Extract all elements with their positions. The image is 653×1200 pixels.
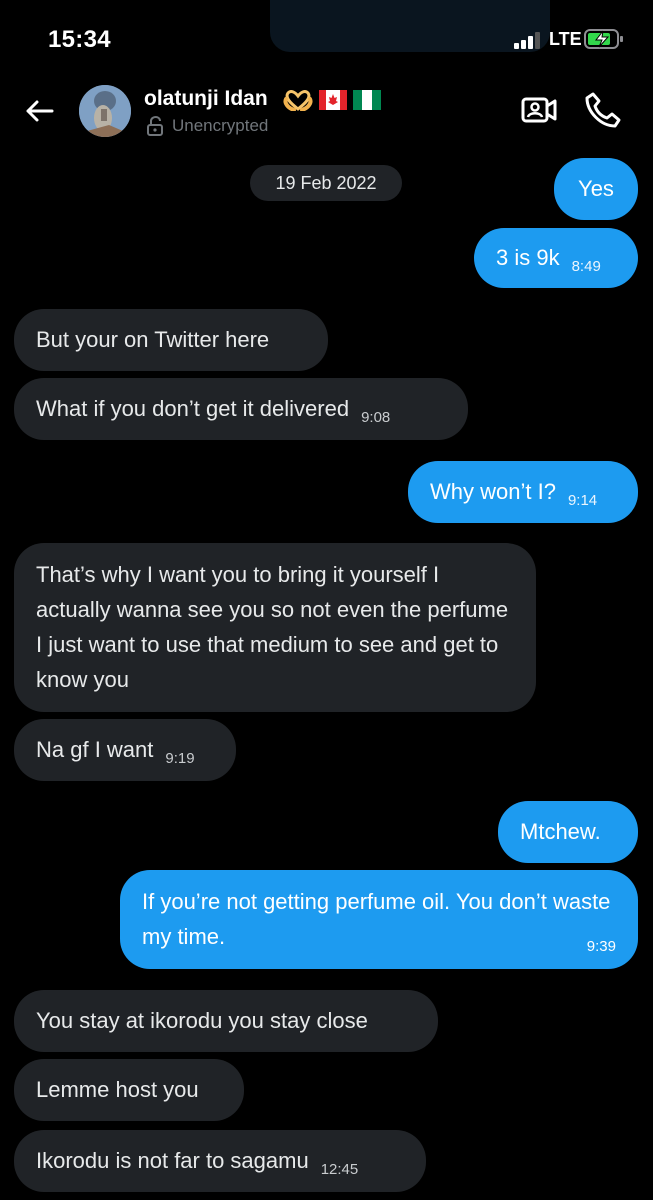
canada-flag-icon <box>319 90 347 110</box>
network-type: LTE <box>549 29 582 49</box>
message-text: Why won’t I? <box>430 479 556 504</box>
message-bubble-outgoing[interactable]: If you’re not getting perfume oil. You d… <box>120 870 638 969</box>
message-bubble-incoming[interactable]: That’s why I want you to bring it yourse… <box>14 543 536 712</box>
message-text: Yes <box>578 176 614 201</box>
back-button[interactable] <box>20 92 58 130</box>
phone-icon <box>585 92 621 128</box>
message-bubble-outgoing[interactable]: 3 is 9k 8:49 <box>474 228 638 288</box>
voice-call-button[interactable] <box>584 91 622 129</box>
message-bubble-incoming[interactable]: Ikorodu is not far to sagamu 12:45 <box>14 1130 426 1192</box>
avatar-image <box>79 85 131 137</box>
message-bubble-outgoing[interactable]: Yes <box>554 158 638 220</box>
nigeria-flag-icon <box>353 90 381 110</box>
status-bar: 15:34 LTE <box>0 0 653 80</box>
message-bubble-incoming[interactable]: What if you don’t get it delivered 9:08 <box>14 378 468 440</box>
message-time: 8:49 <box>571 258 601 275</box>
avatar[interactable] <box>79 85 131 137</box>
message-text: Ikorodu is not far to sagamu <box>36 1148 309 1173</box>
message-time: 9:19 <box>165 750 195 767</box>
message-text: You stay at ikorodu you stay close <box>36 1008 368 1033</box>
signal-strength-icon <box>514 31 544 49</box>
message-text: Lemme host you <box>36 1077 199 1102</box>
video-call-button[interactable] <box>521 93 557 127</box>
heart-hands-emoji-icon <box>283 90 313 111</box>
message-text: 3 is 9k <box>496 245 560 270</box>
unlocked-padlock-icon <box>147 116 163 136</box>
status-blur-region <box>270 0 550 52</box>
video-camera-icon <box>521 97 557 123</box>
message-bubble-incoming[interactable]: Na gf I want 9:19 <box>14 719 236 781</box>
message-bubble-incoming[interactable]: But your on Twitter here <box>14 309 328 371</box>
message-bubble-incoming[interactable]: Lemme host you <box>14 1059 244 1121</box>
message-text: That’s why I want you to bring it yourse… <box>36 562 509 692</box>
message-time: 9:14 <box>567 492 598 509</box>
arrow-left-icon <box>26 100 54 122</box>
date-separator: 19 Feb 2022 <box>250 165 402 201</box>
message-time: 9:08 <box>361 409 391 426</box>
message-text: Na gf I want <box>36 737 154 762</box>
message-bubble-outgoing[interactable]: Mtchew. <box>498 801 638 863</box>
name-emojis <box>283 89 381 111</box>
message-text: But your on Twitter here <box>36 327 270 352</box>
message-time: 12:45 <box>320 1161 359 1178</box>
message-text: What if you don’t get it delivered <box>36 396 350 421</box>
conversation-header: olatunji Idan Unencrypted <box>0 80 653 146</box>
encryption-label: Unencrypted <box>172 116 269 135</box>
encryption-status: Unencrypted <box>146 116 268 136</box>
message-bubble-outgoing[interactable]: Why won’t I? 9:14 <box>408 461 638 523</box>
status-time: 15:34 <box>48 26 111 53</box>
message-bubble-incoming[interactable]: You stay at ikorodu you stay close <box>14 990 438 1052</box>
contact-name[interactable]: olatunji Idan <box>144 87 268 111</box>
battery-charging-icon <box>584 29 623 49</box>
message-text: Mtchew. <box>520 819 601 844</box>
